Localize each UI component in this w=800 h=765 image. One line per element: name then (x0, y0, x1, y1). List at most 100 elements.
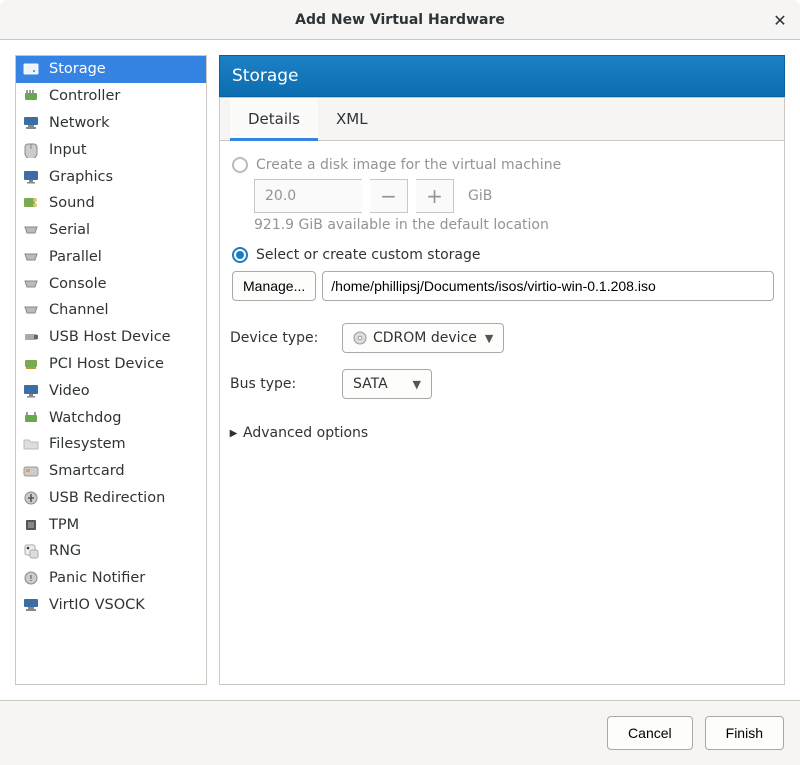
sidebar-item-console[interactable]: Console (16, 270, 206, 297)
advanced-options-expander[interactable]: ▸ Advanced options (230, 425, 774, 441)
panel-title: Storage (232, 66, 299, 86)
sidebar-item-panic-notifier[interactable]: ! Panic Notifier (16, 565, 206, 592)
dice-icon (22, 542, 40, 560)
usb-device-icon (22, 328, 40, 346)
disk-size-increment: + (416, 179, 454, 213)
tab-details[interactable]: Details (230, 98, 318, 141)
storage-path-input[interactable] (322, 271, 774, 301)
sidebar-item-smartcard[interactable]: Smartcard (16, 458, 206, 485)
sidebar-item-usb-redirection[interactable]: USB Redirection (16, 485, 206, 512)
panel-header: Storage (219, 55, 785, 97)
device-type-label: Device type: (230, 330, 330, 346)
hardware-category-list: Storage Controller Network Input Graphic… (15, 55, 207, 685)
disk-size-spinbox: 20.0 − + GiB (254, 179, 774, 213)
sidebar-item-graphics[interactable]: Graphics (16, 163, 206, 190)
sidebar-item-watchdog[interactable]: Watchdog (16, 404, 206, 431)
sidebar-item-label: Console (49, 276, 107, 292)
bus-type-row: Bus type: SATA ▼ (230, 369, 774, 399)
sidebar-item-label: Watchdog (49, 410, 121, 426)
sidebar-item-label: USB Redirection (49, 490, 165, 506)
sidebar-item-usb-host-device[interactable]: USB Host Device (16, 324, 206, 351)
storage-form: Create a disk image for the virtual mach… (220, 141, 784, 451)
sidebar-item-label: Panic Notifier (49, 570, 145, 586)
device-type-row: Device type: CDROM device ▼ (230, 323, 774, 353)
sidebar-item-virtio-vsock[interactable]: VirtIO VSOCK (16, 592, 206, 619)
sidebar-item-filesystem[interactable]: Filesystem (16, 431, 206, 458)
sidebar-item-label: Network (49, 115, 110, 131)
manage-button[interactable]: Manage... (232, 271, 316, 301)
chevron-down-icon: ▼ (413, 378, 421, 391)
main-panel: Storage Details XML Create a disk image … (219, 55, 785, 685)
radio-create-disk-image: Create a disk image for the virtual mach… (230, 157, 774, 173)
bus-type-dropdown[interactable]: SATA ▼ (342, 369, 432, 399)
sidebar-item-tpm[interactable]: TPM (16, 511, 206, 538)
custom-storage-row: Manage... (232, 271, 774, 301)
sidebar-item-serial[interactable]: Serial (16, 217, 206, 244)
usb-redir-icon (22, 489, 40, 507)
disk-size-decrement: − (370, 179, 408, 213)
bus-type-label: Bus type: (230, 376, 330, 392)
sidebar-item-label: Video (49, 383, 90, 399)
sidebar-item-storage[interactable]: Storage (16, 56, 206, 83)
sidebar-item-network[interactable]: Network (16, 110, 206, 137)
sidebar-item-label: RNG (49, 543, 81, 559)
sidebar-item-label: Filesystem (49, 436, 126, 452)
folder-icon (22, 435, 40, 453)
available-space-label: 921.9 GiB available in the default locat… (254, 217, 774, 233)
panel-body: Details XML Create a disk image for the … (219, 97, 785, 685)
sidebar-item-label: Sound (49, 195, 95, 211)
sidebar-item-channel[interactable]: Channel (16, 297, 206, 324)
radio-create-disk-image-indicator (232, 157, 248, 173)
advanced-options-label: Advanced options (243, 425, 368, 441)
sidebar-item-label: Parallel (49, 249, 102, 265)
smartcard-icon (22, 462, 40, 480)
sidebar-item-input[interactable]: Input (16, 136, 206, 163)
triangle-right-icon: ▸ (230, 424, 238, 442)
display-icon (22, 168, 40, 186)
tab-xml[interactable]: XML (318, 98, 386, 140)
controller-icon (22, 87, 40, 105)
serial-port-icon (22, 221, 40, 239)
sidebar-item-label: VirtIO VSOCK (49, 597, 145, 613)
sidebar-item-label: Serial (49, 222, 90, 238)
radio-custom-storage[interactable]: Select or create custom storage (230, 247, 774, 263)
close-button[interactable]: ✕ (768, 8, 792, 32)
titlebar: Add New Virtual Hardware ✕ (0, 0, 800, 40)
sidebar-item-rng[interactable]: RNG (16, 538, 206, 565)
sidebar-item-label: Smartcard (49, 463, 125, 479)
cancel-button[interactable]: Cancel (607, 716, 693, 750)
device-type-dropdown[interactable]: CDROM device ▼ (342, 323, 504, 353)
pci-card-icon (22, 355, 40, 373)
video-card-icon (22, 382, 40, 400)
watchdog-icon (22, 409, 40, 427)
disk-size-value: 20.0 (254, 179, 362, 213)
console-icon (22, 275, 40, 293)
sidebar-item-label: Input (49, 142, 87, 158)
storage-icon (22, 60, 40, 78)
sidebar-item-label: Storage (49, 61, 106, 77)
tab-bar: Details XML (220, 98, 784, 141)
dialog-footer: Cancel Finish (0, 700, 800, 765)
finish-button[interactable]: Finish (705, 716, 784, 750)
radio-create-disk-image-label: Create a disk image for the virtual mach… (256, 157, 561, 173)
radio-custom-storage-indicator (232, 247, 248, 263)
radio-custom-storage-label: Select or create custom storage (256, 247, 481, 263)
chevron-down-icon: ▼ (485, 332, 493, 345)
network-icon (22, 114, 40, 132)
sidebar-item-video[interactable]: Video (16, 377, 206, 404)
sidebar-item-pci-host-device[interactable]: PCI Host Device (16, 351, 206, 378)
sidebar-item-label: Controller (49, 88, 120, 104)
chip-icon (22, 516, 40, 534)
alert-icon: ! (22, 569, 40, 587)
sidebar-item-label: Channel (49, 302, 109, 318)
sidebar-item-label: USB Host Device (49, 329, 171, 345)
sidebar-item-parallel[interactable]: Parallel (16, 243, 206, 270)
sound-card-icon (22, 194, 40, 212)
sidebar-item-sound[interactable]: Sound (16, 190, 206, 217)
cdrom-icon (353, 331, 367, 345)
content-area: Storage Controller Network Input Graphic… (0, 40, 800, 700)
sidebar-item-label: PCI Host Device (49, 356, 164, 372)
bus-type-value: SATA (353, 376, 388, 392)
sidebar-item-controller[interactable]: Controller (16, 83, 206, 110)
mouse-icon (22, 141, 40, 159)
